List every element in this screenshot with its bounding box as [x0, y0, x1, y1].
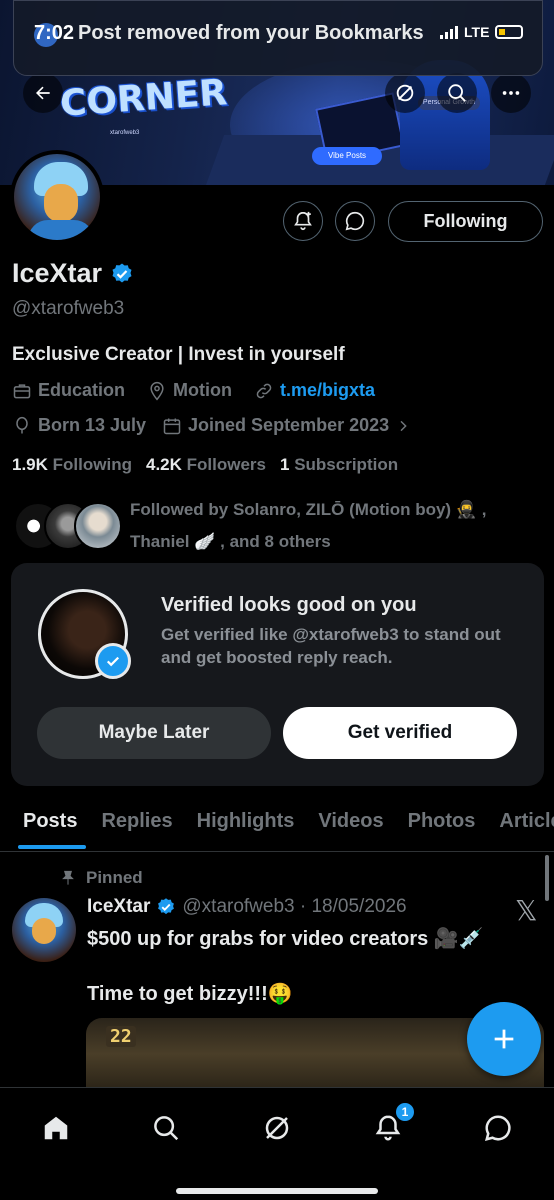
notify-button[interactable] [283, 201, 323, 241]
pin-icon [62, 870, 74, 885]
toast-message: Post removed from your Bookmarks [78, 22, 424, 44]
more-button[interactable] [491, 73, 531, 113]
arrow-left-icon [36, 86, 50, 100]
message-button[interactable] [335, 201, 375, 241]
balloon-icon [16, 416, 28, 433]
maybe-later-button[interactable]: Maybe Later [37, 707, 271, 759]
grok-icon [396, 84, 414, 102]
following-button[interactable]: Following [388, 201, 543, 242]
media-overlay-number: 22 [106, 1026, 136, 1047]
grok-icon [265, 1116, 289, 1140]
subscription-count: 1 [280, 455, 290, 474]
profile-handle: @xtarofweb3 [12, 298, 125, 319]
following-stat[interactable]: 1.9K Following [12, 455, 132, 475]
location-pin-icon [150, 381, 164, 400]
notification-count-badge: 1 [394, 1101, 416, 1123]
home-icon [44, 1116, 68, 1140]
nav-search[interactable] [146, 1108, 186, 1148]
plus-icon [494, 1029, 514, 1049]
profile-name-row: IceXtar [12, 258, 134, 289]
more-dots-icon [502, 91, 520, 95]
active-tab-indicator [18, 845, 86, 849]
avatar-body [28, 220, 94, 240]
post-author-avatar[interactable] [12, 898, 76, 962]
message-bubble-icon [345, 211, 365, 231]
search-icon [448, 84, 466, 102]
nav-messages[interactable] [478, 1108, 518, 1148]
scrollbar[interactable] [545, 855, 549, 901]
post-text-line-2: Time to get bizzy!!!🤑 [87, 983, 293, 1005]
post-text-line-1: $500 up for grabs for video creators 🎥💉 [87, 928, 484, 950]
avatar-face [44, 184, 78, 222]
profile-category: Education [38, 380, 126, 400]
profile-joined[interactable]: Joined September 2023 [188, 415, 389, 436]
battery-icon [495, 25, 524, 39]
checkmark-icon [106, 656, 120, 667]
subscription-stat[interactable]: 1 Subscription [280, 455, 398, 475]
compose-post-button[interactable] [467, 1002, 541, 1076]
verified-badge-icon [158, 898, 175, 915]
profile-meta-row-2: Born 13 July Joined September 2023 [12, 415, 411, 436]
following-label: Following [52, 455, 132, 474]
profile-stats: 1.9K Following 4.2K Followers 1 Subscrip… [12, 455, 398, 475]
following-count: 1.9K [12, 455, 48, 474]
followers-count: 4.2K [145, 455, 182, 474]
verification-prompt-card: Verified looks good on you Get verified … [11, 563, 544, 786]
status-right: LTE [440, 24, 524, 40]
subscription-label: Subscription [294, 455, 399, 474]
network-label: LTE [464, 24, 490, 40]
signal-icon [440, 25, 458, 39]
search-button[interactable] [437, 73, 477, 113]
banner-logo-text: CORNER [58, 72, 229, 125]
bell-plus-icon [294, 211, 312, 231]
chevron-right-icon[interactable] [395, 418, 411, 434]
bottom-navigation: 1 [0, 1087, 554, 1200]
pinned-label: Pinned [86, 868, 143, 887]
post-avatar-face [32, 918, 56, 944]
home-indicator[interactable] [176, 1188, 378, 1194]
nav-home[interactable] [36, 1108, 76, 1148]
back-button[interactable] [23, 73, 63, 113]
post-header: IceXtar @xtarofweb3 · 18/05/2026 [87, 896, 407, 918]
tab-posts[interactable]: Posts [0, 806, 89, 836]
followed-by-text[interactable]: Followed by Solanro, ZILŌ (Motion boy) 🥷… [130, 494, 545, 558]
followers-label: Followers [186, 455, 266, 474]
followers-stat[interactable]: 4.2K Followers [146, 455, 266, 475]
profile-meta-row-1: Education Motion t.me/bigxta [12, 380, 375, 401]
profile-link[interactable]: t.me/bigxta [280, 380, 375, 401]
profile-avatar[interactable] [10, 150, 104, 244]
pinned-label-row: Pinned [60, 868, 143, 888]
card-title: Verified looks good on you [161, 594, 417, 616]
x-logo-icon: 𝕏 [515, 894, 538, 927]
post-author-name[interactable]: IceXtar [87, 896, 150, 918]
banner-vibe-pill: Vibe Posts [312, 147, 382, 165]
card-description: Get verified like @xtarofweb3 to stand o… [161, 625, 501, 667]
banner-logo-tag: xtarofweb3 [110, 130, 140, 136]
grok-button[interactable] [385, 73, 425, 113]
card-verified-badge [95, 643, 131, 679]
tab-articles[interactable]: Articles [487, 806, 554, 836]
briefcase-icon [13, 383, 31, 398]
link-icon [256, 383, 272, 398]
nav-grok[interactable] [257, 1108, 297, 1148]
profile-location: Motion [173, 380, 232, 400]
get-verified-button[interactable]: Get verified [283, 707, 517, 759]
post-handle-date: @xtarofweb3 · 18/05/2026 [182, 896, 407, 917]
profile-bio: Exclusive Creator | Invest in yourself [12, 344, 345, 365]
search-icon [154, 1116, 179, 1141]
tab-videos[interactable]: Videos [306, 806, 395, 836]
tab-photos[interactable]: Photos [396, 806, 488, 836]
follower-avatar-3[interactable] [74, 502, 122, 550]
tab-highlights[interactable]: Highlights [185, 806, 307, 836]
profile-name: IceXtar [12, 258, 103, 288]
message-bubble-icon [484, 1115, 511, 1142]
calendar-icon [163, 418, 181, 434]
profile-birthday: Born 13 July [38, 415, 147, 435]
verified-badge-icon[interactable] [110, 262, 134, 286]
tab-replies[interactable]: Replies [89, 806, 184, 836]
